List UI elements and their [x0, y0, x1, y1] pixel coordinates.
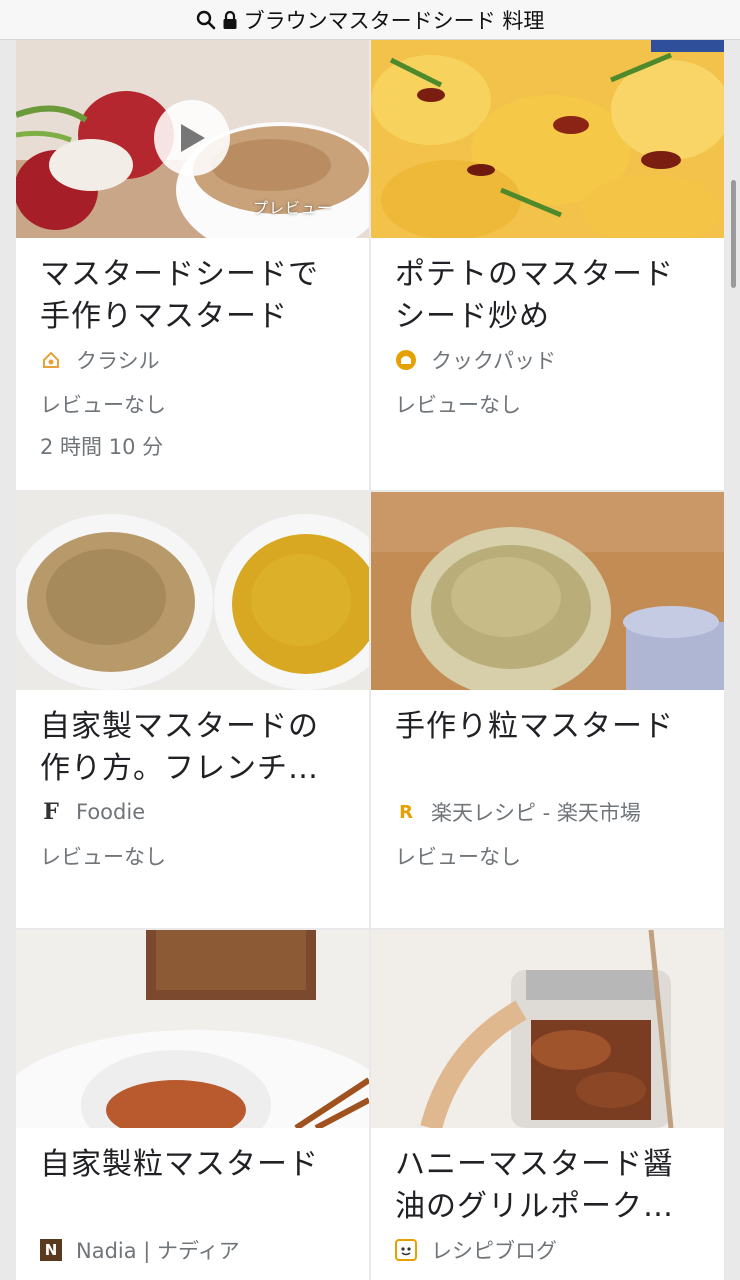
recipe-source: レシピブログ	[395, 1234, 700, 1266]
address-bar[interactable]: ブラウンマスタードシード 料理	[0, 0, 740, 40]
cook-time: 2 時間 10 分	[40, 435, 164, 459]
foodie-logo-icon: F	[43, 799, 59, 825]
scrollbar[interactable]	[731, 180, 736, 288]
recipe-card[interactable]: 手作り粒マスタード R 楽天レシピ - 楽天市場 レビューなし	[371, 492, 724, 928]
address-query: ブラウンマスタードシード 料理	[243, 8, 545, 33]
recipeblog-logo-icon	[395, 1239, 417, 1261]
search-icon	[196, 10, 216, 30]
recipe-title[interactable]: 自家製粒マスタード	[40, 1144, 345, 1228]
recipe-image[interactable]	[371, 930, 724, 1128]
recipe-title[interactable]: 手作り粒マスタード	[395, 706, 700, 790]
recipe-source: クラシル	[40, 344, 345, 376]
recipe-image[interactable]: プレビュー	[16, 40, 369, 238]
source-name: クラシル	[76, 349, 160, 373]
play-icon	[181, 124, 205, 152]
source-name: Foodie	[76, 800, 146, 824]
review-count: レビューなし	[395, 393, 521, 417]
recipe-image[interactable]	[371, 40, 724, 238]
rakuten-logo-icon: R	[399, 801, 413, 823]
cookpad-logo-icon	[395, 349, 417, 371]
source-name: Nadia | ナディア	[76, 1239, 240, 1263]
recipe-image[interactable]	[16, 930, 369, 1128]
recipe-source: N Nadia | ナディア	[40, 1234, 345, 1266]
source-name: レシピブログ	[431, 1239, 557, 1263]
recipe-title[interactable]: マスタードシードで手作りマスタード	[40, 254, 345, 338]
recipe-source: R 楽天レシピ - 楽天市場	[395, 796, 700, 828]
recipe-title[interactable]: ハニーマスタード醤油のグリルポークと白…	[395, 1144, 700, 1228]
kurashiru-logo-icon	[40, 349, 62, 371]
recipe-source: F Foodie	[40, 796, 345, 828]
review-count: レビューなし	[40, 845, 166, 869]
play-video-button[interactable]	[154, 100, 230, 176]
recipe-card[interactable]: プレビュー マスタードシードで手作りマスタード クラシル レビューなし 2 時間…	[16, 40, 369, 490]
preview-label: プレビュー	[252, 199, 333, 217]
recipe-source: クックパッド	[395, 344, 700, 376]
review-count: レビューなし	[395, 845, 521, 869]
lock-icon	[222, 10, 238, 30]
source-name: クックパッド	[431, 349, 556, 373]
source-name: 楽天レシピ - 楽天市場	[431, 801, 641, 825]
recipe-card[interactable]: 自家製マスタードの作り方。フレンチ・粒… F Foodie レビューなし	[16, 492, 369, 928]
recipe-title[interactable]: ポテトのマスタードシード炒め	[395, 254, 700, 338]
nadia-logo-icon: N	[40, 1239, 62, 1261]
recipe-card[interactable]: ハニーマスタード醤油のグリルポークと白… レシピブログ	[371, 930, 724, 1280]
recipe-image[interactable]	[16, 492, 369, 690]
review-count: レビューなし	[40, 393, 166, 417]
recipe-card[interactable]: ポテトのマスタードシード炒め クックパッド レビューなし	[371, 40, 724, 490]
recipe-card[interactable]: 自家製粒マスタード N Nadia | ナディア	[16, 930, 369, 1280]
recipe-image[interactable]	[371, 492, 724, 690]
recipe-title[interactable]: 自家製マスタードの作り方。フレンチ・粒…	[40, 706, 345, 790]
